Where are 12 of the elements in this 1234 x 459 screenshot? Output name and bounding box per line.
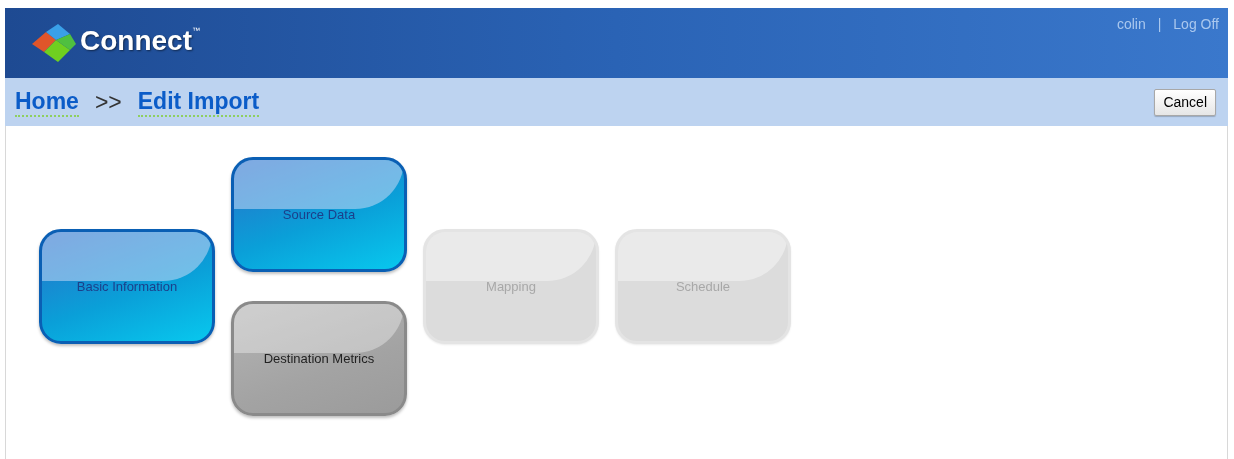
cancel-button[interactable]: Cancel (1154, 88, 1216, 116)
breadcrumb-link[interactable]: Home (15, 86, 79, 118)
logout-link[interactable]: Log Off (1173, 14, 1219, 35)
user-link[interactable]: colin (1116, 14, 1146, 35)
separator-text: | (1157, 15, 1162, 34)
logo-text: Connect (80, 27, 192, 55)
wizard-step-tile[interactable]: Destination Metrics (231, 301, 407, 416)
breadcrumb-link[interactable]: Edit Import (137, 86, 260, 118)
wizard-step-tile[interactable]: Basic Information (39, 229, 215, 344)
breadcrumb-separator: >> (94, 87, 122, 117)
trademark-text: ™ (192, 25, 200, 37)
wizard-step-tile[interactable]: Source Data (231, 157, 407, 272)
